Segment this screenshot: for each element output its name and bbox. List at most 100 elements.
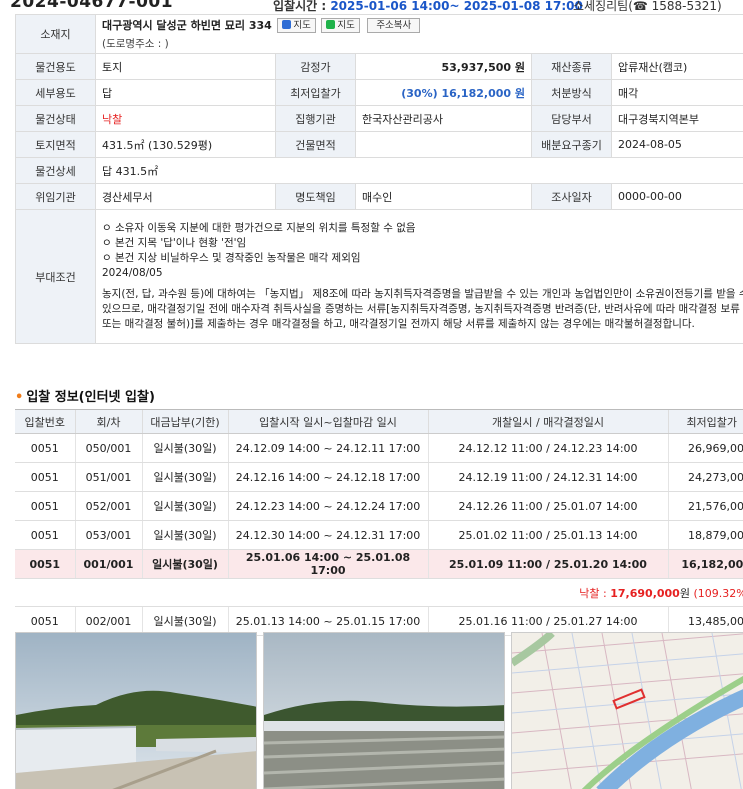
survey-date-value: 0000-00-00 bbox=[610, 183, 743, 210]
bid-round: 051/001 bbox=[74, 462, 142, 492]
min-bid-value: (30%) 16,182,000 원 bbox=[355, 79, 532, 106]
land-area-value: 431.5㎡ (130.529평) bbox=[95, 131, 276, 158]
dept-label: 담당부서 bbox=[531, 105, 612, 132]
condition-line: ㅇ 소유자 이동욱 지분에 대한 평가건으로 지분의 위치를 특정할 수 없음 bbox=[102, 222, 416, 234]
column-header: 입찰시작 일시~입찰마감 일시 bbox=[227, 409, 428, 434]
bid-open: 24.12.26 11:00 / 25.01.07 14:00 bbox=[427, 491, 668, 521]
bid-min: 18,879,000 bbox=[667, 520, 743, 550]
bid-period: 25.01.06 14:00 ~ 25.01.08 17:00 bbox=[227, 549, 428, 579]
location-cell: 대구광역시 달성군 하빈면 묘리 334 지도 지도 주소복사 (도로명주소 :… bbox=[94, 14, 743, 54]
bid-time-value: 2025-01-06 14:00~ 2025-01-08 17:00 bbox=[330, 0, 583, 13]
bid-no: 0051 bbox=[15, 549, 75, 579]
bullet-icon: • bbox=[15, 390, 24, 405]
current-bid-row[interactable]: 0051 001/001 일시불(30일) 25.01.06 14:00 ~ 2… bbox=[15, 549, 743, 579]
condition-line: 2024/08/05 bbox=[102, 267, 163, 279]
condition-line: ㅇ 본건 지목 '답'이나 현황 '전'임 bbox=[102, 237, 247, 249]
detail-usage-value: 답 bbox=[95, 79, 276, 106]
building-area-label: 건물면적 bbox=[275, 131, 356, 158]
deadline-value: 2024-08-05 bbox=[610, 131, 743, 158]
bid-min: 24,273,000 bbox=[667, 462, 743, 492]
bid-round: 050/001 bbox=[74, 433, 142, 463]
bid-no: 0051 bbox=[15, 462, 75, 492]
photo-field[interactable] bbox=[263, 632, 505, 789]
bid-no: 0051 bbox=[15, 520, 75, 550]
map-button-label: 지도 bbox=[293, 20, 311, 32]
exec-org-label: 집행기관 bbox=[275, 105, 356, 132]
appraisal-label: 감정가 bbox=[275, 53, 356, 80]
bid-round: 052/001 bbox=[74, 491, 142, 521]
detail-label: 물건상세 bbox=[15, 157, 96, 184]
map-button-label: 지도 bbox=[337, 20, 355, 32]
bid-result: 낙찰 : 17,690,000원 (109.32%) bbox=[15, 578, 743, 607]
delegator-value: 경산세무서 bbox=[95, 183, 276, 210]
column-header: 대금납부(기한) bbox=[141, 409, 228, 434]
photo-greenhouse[interactable] bbox=[15, 632, 257, 789]
status-label: 물건상태 bbox=[15, 105, 96, 132]
conditions-cell: ㅇ 소유자 이동욱 지분에 대한 평가건으로 지분의 위치를 특정할 수 없음 … bbox=[94, 209, 743, 344]
photo-map[interactable] bbox=[511, 632, 743, 789]
bid-open: 24.12.19 11:00 / 24.12.31 14:00 bbox=[427, 462, 668, 492]
table-header-row: 입찰번호 회/차 대금납부(기한) 입찰시작 일시~입찰마감 일시 개찰일시 /… bbox=[15, 409, 743, 434]
bid-min: 26,969,000 bbox=[667, 433, 743, 463]
bid-info-title: • 입찰 정보(인터넷 입찰) bbox=[15, 386, 155, 405]
table-row[interactable]: 0051 051/001 일시불(30일) 24.12.16 14:00 ~ 2… bbox=[15, 462, 743, 492]
bid-no: 0051 bbox=[15, 433, 75, 463]
land-area-label: 토지면적 bbox=[15, 131, 96, 158]
result-unit: 원 bbox=[679, 586, 690, 600]
bid-period: 24.12.23 14:00 ~ 24.12.24 17:00 bbox=[227, 491, 428, 521]
appraisal-value: 53,937,500 원 bbox=[355, 53, 532, 80]
bid-payment: 일시불(30일) bbox=[141, 520, 228, 550]
bid-round: 053/001 bbox=[74, 520, 142, 550]
bid-no: 0051 bbox=[15, 491, 75, 521]
bid-round: 001/001 bbox=[74, 549, 142, 579]
bid-min: 16,182,000 bbox=[667, 549, 743, 579]
bid-payment: 일시불(30일) bbox=[141, 491, 228, 521]
naver-map-icon bbox=[326, 20, 336, 30]
detail-value: 답 431.5㎡ bbox=[94, 157, 743, 184]
header-bar: 2024-04677-001 입찰시간 : 2025-01-06 14:00~ … bbox=[0, 0, 743, 14]
usage-value: 토지 bbox=[95, 53, 276, 80]
copy-address-button[interactable]: 주소복사 bbox=[367, 18, 421, 34]
deadline-label: 배분요구종기 bbox=[531, 131, 612, 158]
road-address: (도로명주소 : ) bbox=[102, 38, 169, 51]
conditions-label: 부대조건 bbox=[15, 209, 96, 344]
result-amount: 17,690,000 bbox=[610, 586, 680, 600]
bid-open: 25.01.02 11:00 / 25.01.13 14:00 bbox=[427, 520, 668, 550]
transfer-value: 매수인 bbox=[355, 183, 532, 210]
detail-usage-label: 세부용도 bbox=[15, 79, 96, 106]
bid-payment: 일시불(30일) bbox=[141, 549, 228, 579]
min-bid-label: 최저입찰가 bbox=[275, 79, 356, 106]
bid-period: 24.12.30 14:00 ~ 24.12.31 17:00 bbox=[227, 520, 428, 550]
photo-map-image bbox=[512, 633, 743, 789]
result-label: 낙찰 : bbox=[579, 586, 611, 600]
photo-gallery bbox=[0, 632, 743, 789]
usage-label: 물건용도 bbox=[15, 53, 96, 80]
column-header: 최저입찰가 bbox=[667, 409, 743, 434]
property-info-table: 소재지 대구광역시 달성군 하빈면 묘리 334 지도 지도 주소복사 (도로명… bbox=[15, 14, 743, 344]
disposal-label: 처분방식 bbox=[531, 79, 612, 106]
bid-open: 25.01.09 11:00 / 25.01.20 14:00 bbox=[427, 549, 668, 579]
bid-payment: 일시불(30일) bbox=[141, 433, 228, 463]
building-area-value bbox=[355, 131, 532, 158]
bid-info-table: 입찰번호 회/차 대금납부(기한) 입찰시작 일시~입찰마감 일시 개찰일시 /… bbox=[15, 409, 743, 636]
daum-map-icon bbox=[282, 20, 292, 30]
table-row[interactable]: 0051 053/001 일시불(30일) 24.12.30 14:00 ~ 2… bbox=[15, 520, 743, 550]
bid-info-title-text: 입찰 정보(인터넷 입찰) bbox=[26, 390, 155, 405]
bid-payment: 일시불(30일) bbox=[141, 462, 228, 492]
table-row[interactable]: 0051 052/001 일시불(30일) 24.12.23 14:00 ~ 2… bbox=[15, 491, 743, 521]
bid-period: 24.12.09 14:00 ~ 24.12.11 17:00 bbox=[227, 433, 428, 463]
column-header: 개찰일시 / 매각결정일시 bbox=[427, 409, 668, 434]
address: 대구광역시 달성군 하빈면 묘리 334 bbox=[102, 18, 272, 32]
daum-map-button[interactable]: 지도 bbox=[277, 18, 316, 34]
conditions-note: 농지(전, 답, 과수원 등)에 대하여는 「농지법」 제8조에 따라 농지취득… bbox=[102, 288, 743, 330]
table-row[interactable]: 0051 050/001 일시불(30일) 24.12.09 14:00 ~ 2… bbox=[15, 433, 743, 463]
bid-result-row: 낙찰 : 17,690,000원 (109.32%) bbox=[15, 578, 743, 607]
survey-date-label: 조사일자 bbox=[531, 183, 612, 210]
transfer-label: 명도책임 bbox=[275, 183, 356, 210]
disposal-value: 매각 bbox=[610, 79, 743, 106]
bid-min: 21,576,000 bbox=[667, 491, 743, 521]
asset-type-value: 압류재산(캠코) bbox=[610, 53, 743, 80]
bid-time-label: 입찰시간 : bbox=[273, 0, 331, 13]
naver-map-button[interactable]: 지도 bbox=[321, 18, 360, 34]
photo-field-image bbox=[264, 633, 504, 789]
